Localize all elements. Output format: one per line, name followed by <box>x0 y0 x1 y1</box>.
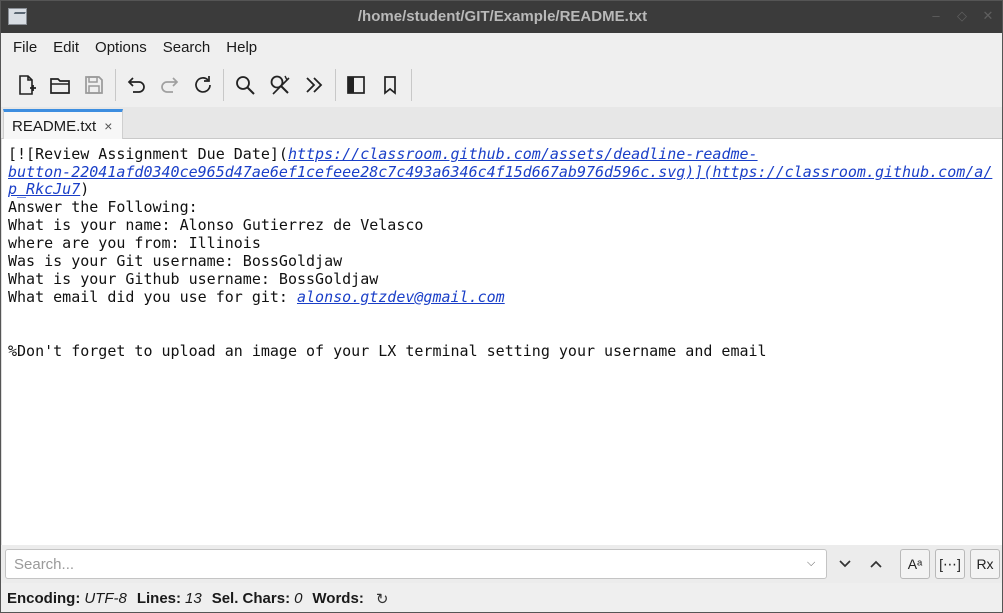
status-bar: Encoding: UTF-8 Lines: 13 Sel. Chars: 0 … <box>1 583 1002 612</box>
close-window-button[interactable]: ✕ <box>982 8 994 24</box>
window-title: /home/student/GIT/Example/README.txt <box>357 8 648 25</box>
side-pane-icon[interactable] <box>342 71 370 99</box>
editor-line: button-22041afd0340ce965d47ae6ef1cefeee2… <box>8 163 992 181</box>
editor-line: What is your name: Alonso Gutierrez de V… <box>8 216 424 234</box>
reload-icon[interactable] <box>189 71 217 99</box>
editor-line: [![Review Assignment Due Date](https://c… <box>8 145 758 163</box>
more-icon[interactable] <box>300 71 328 99</box>
tab-bar: README.txt × <box>1 107 1002 140</box>
menu-search[interactable]: Search <box>155 33 219 63</box>
lines-value: 13 <box>185 590 202 607</box>
menu-edit[interactable]: Edit <box>45 33 87 63</box>
bookmark-icon[interactable] <box>376 71 404 99</box>
editor-line: %Don't forget to upload an image of your… <box>8 342 767 360</box>
text-editor[interactable]: [![Review Assignment Due Date](https://c… <box>1 139 1002 545</box>
editor-line: p_RkcJu7) <box>8 180 90 198</box>
find-next-button[interactable] <box>831 550 859 578</box>
minimize-button[interactable]: – <box>930 8 942 24</box>
save-icon[interactable] <box>80 71 108 99</box>
words-label: Words: <box>312 590 364 607</box>
editor-link[interactable]: p_RkcJu7 <box>8 180 80 198</box>
tab-readme[interactable]: README.txt × <box>3 109 123 140</box>
selchars-label: Sel. Chars: <box>211 590 291 607</box>
regex-toggle[interactable]: Rx <box>970 549 1000 579</box>
search-input[interactable] <box>5 549 827 579</box>
menu-file[interactable]: File <box>5 33 45 63</box>
close-tab-icon[interactable]: × <box>104 118 112 134</box>
selchars-value: 0 <box>294 590 303 607</box>
encoding-value: UTF-8 <box>84 590 127 607</box>
find-previous-button[interactable] <box>862 550 890 578</box>
match-case-toggle[interactable]: Aᵃ <box>900 549 930 579</box>
chevron-down-icon[interactable]: ⌵ <box>807 557 815 570</box>
toolbar <box>1 63 1002 107</box>
editor-link[interactable]: https://classroom.github.com/assets/dead… <box>288 145 758 163</box>
whole-word-toggle[interactable]: [⋯] <box>935 549 965 579</box>
undo-icon[interactable] <box>122 71 150 99</box>
toolbar-separator <box>335 69 336 101</box>
refresh-icon[interactable]: ↻ <box>376 590 389 608</box>
editor-line: Was is your Git username: BossGoldjaw <box>8 252 343 270</box>
editor-line: What is your Github username: BossGoldja… <box>8 270 379 288</box>
menu-bar: File Edit Options Search Help <box>1 33 1002 63</box>
maximize-button[interactable]: ◇ <box>956 8 968 24</box>
editor-window: /home/student/GIT/Example/README.txt – ◇… <box>0 0 1003 613</box>
toolbar-separator <box>223 69 224 101</box>
replace-icon[interactable] <box>266 71 294 99</box>
new-document-icon[interactable] <box>12 71 40 99</box>
lines-label: Lines: <box>136 590 182 607</box>
editor-line: where are you from: Illinois <box>8 234 261 252</box>
title-bar[interactable]: /home/student/GIT/Example/README.txt – ◇… <box>1 1 1002 33</box>
menu-help[interactable]: Help <box>218 33 265 63</box>
toolbar-separator <box>115 69 116 101</box>
search-bar: ⌵ Aᵃ [⋯] Rx <box>1 545 1002 583</box>
tab-label: README.txt <box>12 117 97 135</box>
window-controls: – ◇ ✕ <box>930 8 994 24</box>
editor-link[interactable]: button-22041afd0340ce965d47ae6ef1cefeee2… <box>8 163 992 181</box>
encoding-label: Encoding: <box>7 590 81 607</box>
editor-line: What email did you use for git: alonso.g… <box>8 288 505 306</box>
find-icon[interactable] <box>231 71 259 99</box>
open-folder-icon[interactable] <box>46 71 74 99</box>
menu-options[interactable]: Options <box>87 33 155 63</box>
editor-link[interactable]: alonso.gtzdev@gmail.com <box>297 288 505 306</box>
toolbar-separator <box>411 69 412 101</box>
editor-line: Answer the Following: <box>8 198 198 216</box>
redo-icon[interactable] <box>156 71 184 99</box>
